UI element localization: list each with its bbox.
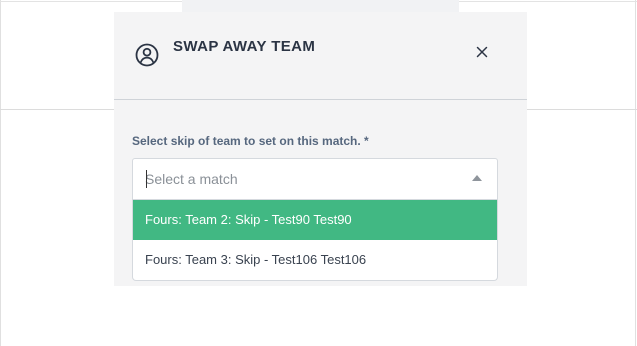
close-icon <box>476 46 488 58</box>
match-search-input[interactable] <box>145 169 445 189</box>
swap-away-team-modal: SWAP AWAY TEAM Select skip of team to se… <box>114 12 527 286</box>
text-cursor <box>146 170 147 188</box>
dropdown-option[interactable]: Fours: Team 3: Skip - Test106 Test106 <box>133 240 497 280</box>
modal-title: SWAP AWAY TEAM <box>173 38 316 55</box>
skip-select-label: Select skip of team to set on this match… <box>132 134 369 148</box>
match-select[interactable] <box>132 158 498 200</box>
close-button[interactable] <box>471 41 493 63</box>
user-circle-icon <box>134 42 160 68</box>
background-header-strip <box>182 0 459 12</box>
chevron-up-icon[interactable] <box>472 175 482 181</box>
modal-header: SWAP AWAY TEAM <box>114 12 527 100</box>
dropdown-option[interactable]: Fours: Team 2: Skip - Test90 Test90 <box>133 200 497 240</box>
match-dropdown-list: Fours: Team 2: Skip - Test90 Test90 Four… <box>132 200 498 281</box>
